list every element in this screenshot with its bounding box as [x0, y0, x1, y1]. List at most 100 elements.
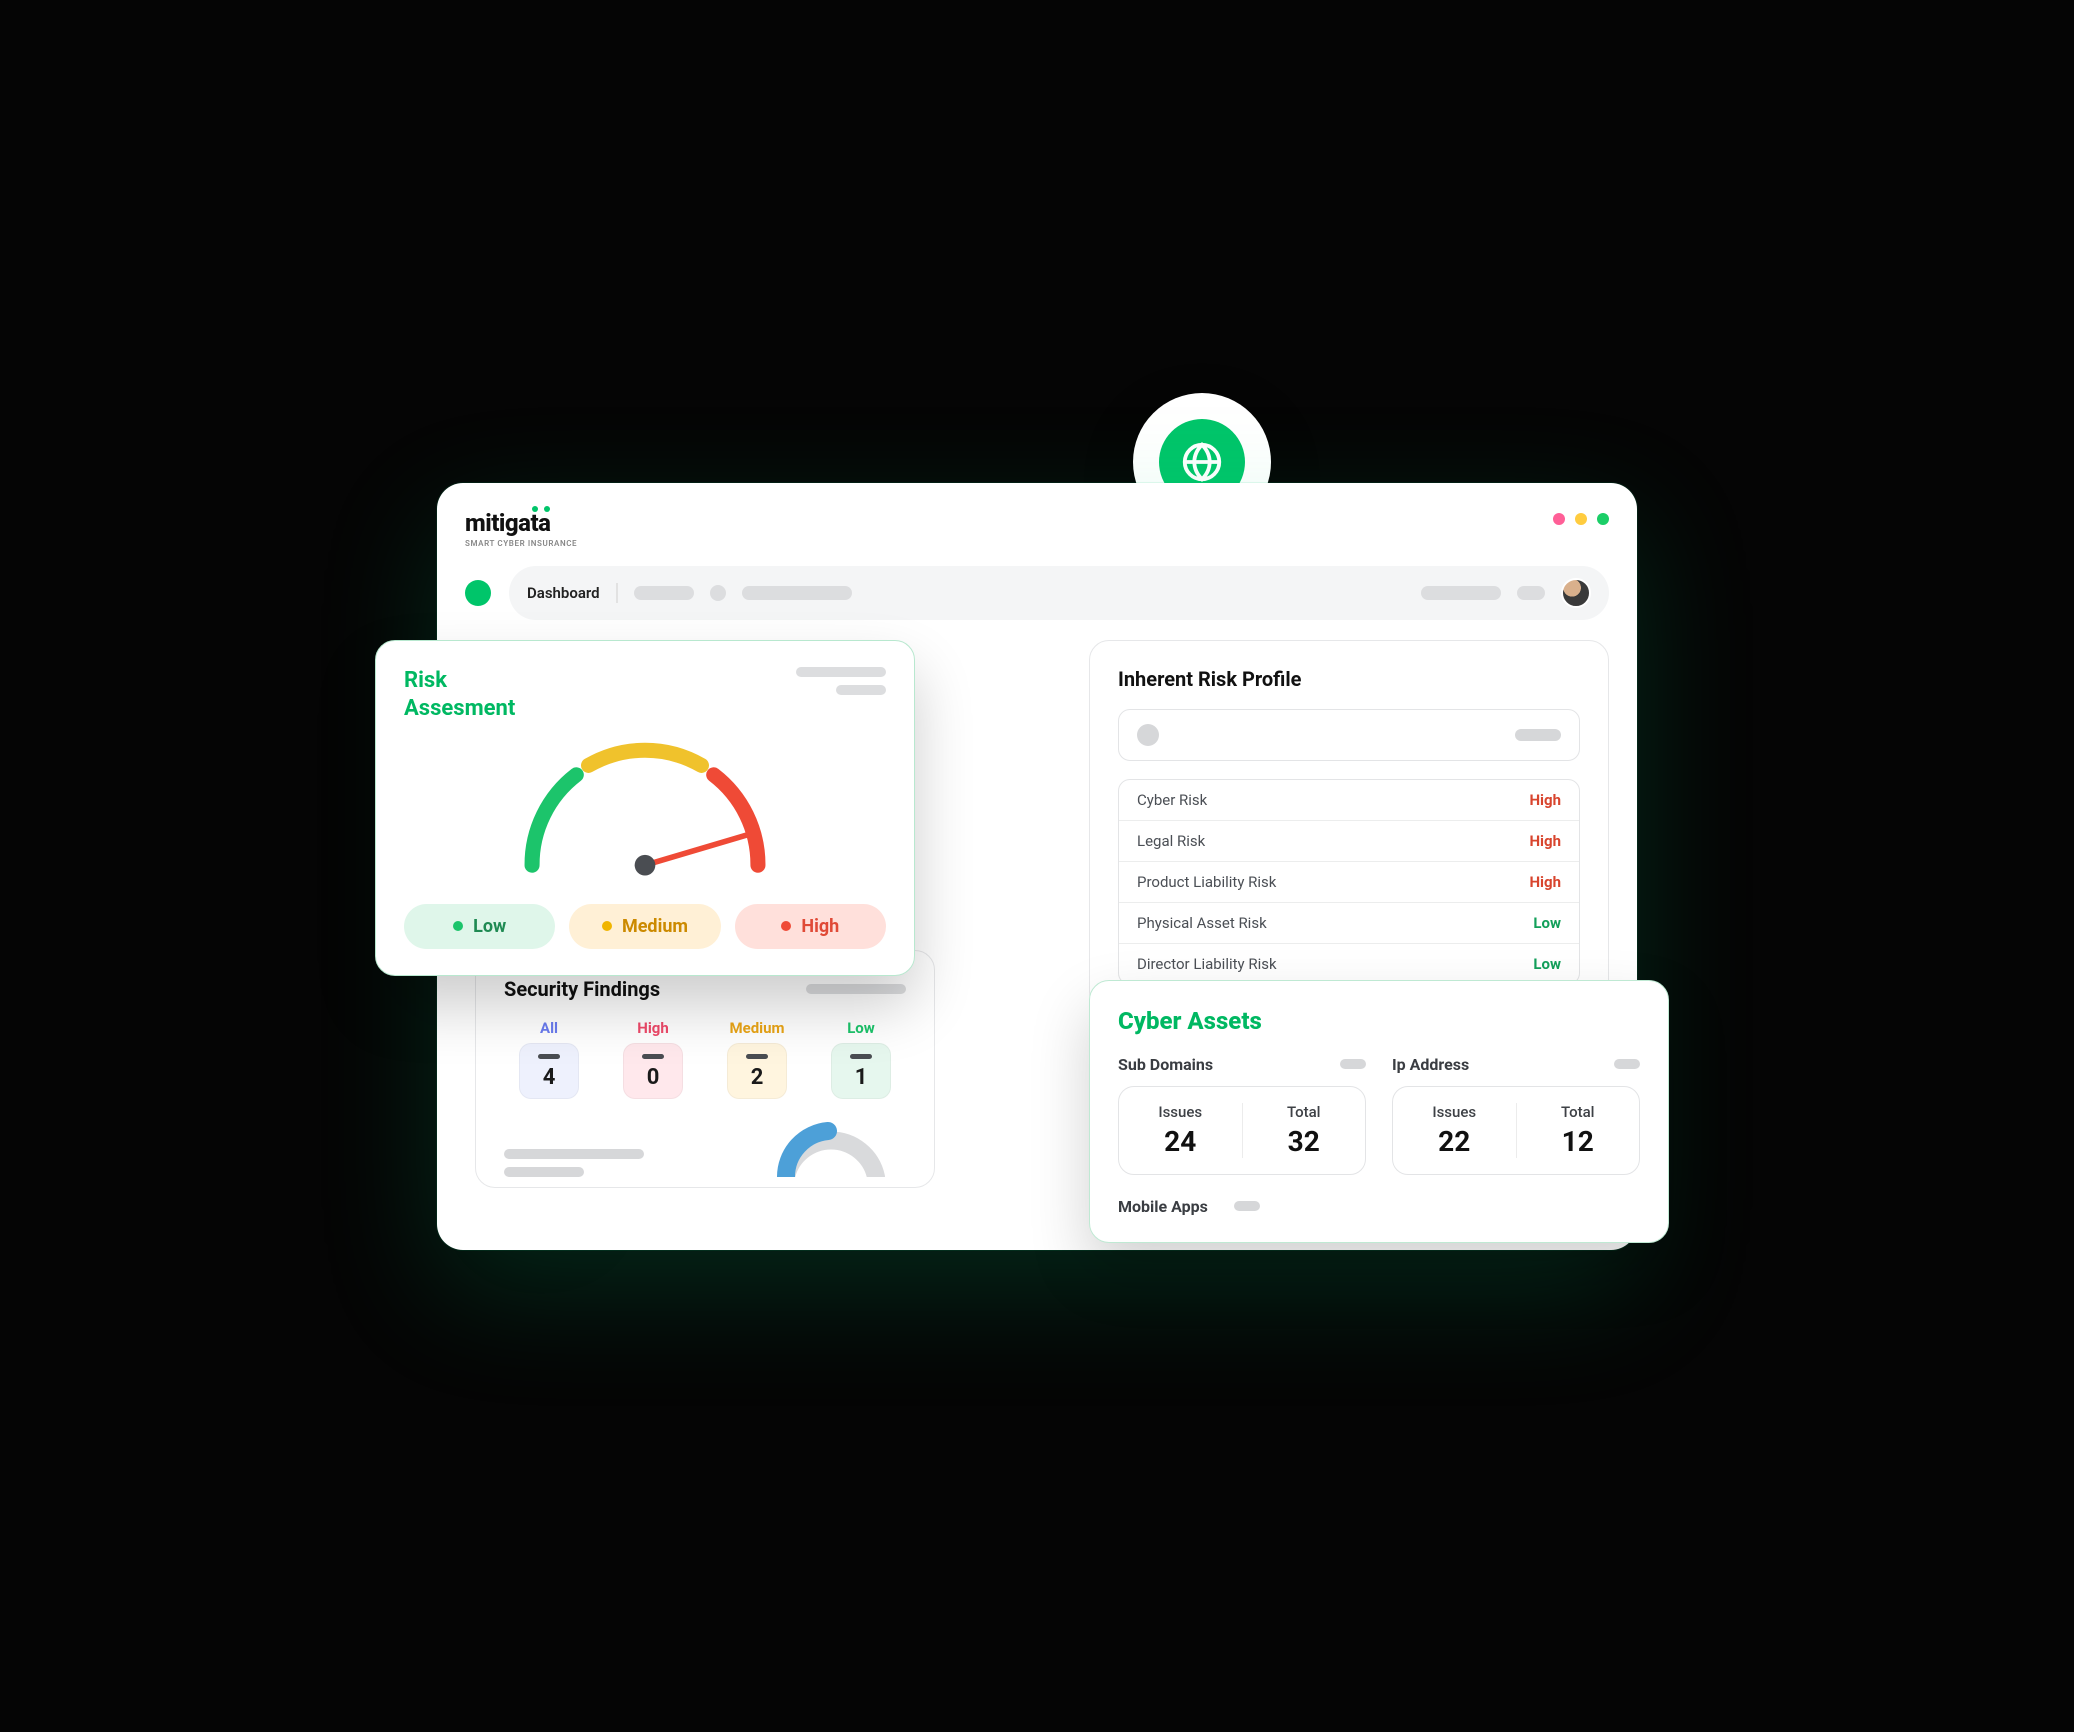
stat-value: 24 — [1119, 1125, 1242, 1158]
risk-filter-placeholder[interactable] — [1118, 709, 1580, 761]
toolbar-placeholder — [634, 586, 694, 600]
bar-icon — [746, 1054, 768, 1059]
placeholder-bar — [1234, 1201, 1260, 1211]
toolbar-placeholder — [1421, 586, 1501, 600]
traffic-red-dot[interactable] — [1553, 513, 1565, 525]
risk-legend: Low Medium High — [404, 904, 886, 949]
sidebar-toggle-dot[interactable] — [465, 580, 491, 606]
risk-assessment-card: Risk Assesment — [375, 640, 915, 976]
placeholder-bar — [1515, 729, 1561, 741]
sub-domains-title: Sub Domains — [1118, 1055, 1213, 1074]
risk-row-level: High — [1529, 832, 1561, 850]
ip-address-stats[interactable]: Issues 22 Total 12 — [1392, 1086, 1640, 1175]
findings-count-box: 1 — [831, 1043, 891, 1099]
findings-count-box: 2 — [727, 1043, 787, 1099]
stat-label: Issues — [1119, 1103, 1242, 1121]
risk-assessment-title: Risk Assesment — [404, 667, 515, 724]
risk-row-level: Low — [1533, 955, 1561, 973]
risk-row-level: Low — [1533, 914, 1561, 932]
stat-value: 12 — [1517, 1125, 1640, 1158]
legend-low-label: Low — [473, 916, 506, 937]
inherent-risk-card: Inherent Risk Profile Cyber Risk High Le… — [1089, 640, 1609, 1012]
risk-row[interactable]: Legal Risk High — [1119, 820, 1579, 861]
brand-tagline: SMART CYBER INSURANCE — [465, 539, 577, 548]
security-findings-title: Security Findings — [504, 977, 660, 1001]
risk-row-label: Director Liability Risk — [1137, 955, 1277, 973]
risk-row[interactable]: Physical Asset Risk Low — [1119, 902, 1579, 943]
avatar[interactable] — [1561, 578, 1591, 608]
risk-gauge — [404, 724, 886, 884]
findings-tab-low[interactable]: Low 1 — [816, 1019, 906, 1099]
dot-icon — [453, 921, 463, 931]
risk-row-label: Physical Asset Risk — [1137, 914, 1267, 932]
donut-chart-partial — [766, 1121, 896, 1177]
findings-tab-label: All — [540, 1019, 558, 1037]
sub-domains-block: Sub Domains Issues 24 Total 32 — [1118, 1055, 1366, 1175]
brand-block: mitigata SMART CYBER INSURANCE — [465, 509, 577, 548]
card-menu-placeholder — [796, 667, 886, 695]
findings-footer-placeholder — [504, 1149, 644, 1177]
findings-tab-medium[interactable]: Medium 2 — [712, 1019, 802, 1099]
top-toolbar: Dashboard — [509, 566, 1609, 620]
traffic-green-dot[interactable] — [1597, 513, 1609, 525]
dot-icon — [781, 921, 791, 931]
findings-count: 0 — [647, 1065, 660, 1090]
findings-tab-label: Medium — [729, 1019, 784, 1037]
legend-medium-label: Medium — [622, 916, 688, 937]
stat-value: 32 — [1243, 1125, 1366, 1158]
stat-label: Issues — [1393, 1103, 1516, 1121]
inherent-risk-title: Inherent Risk Profile — [1118, 667, 1580, 691]
findings-tabs: All 4 High 0 Medium — [504, 1019, 906, 1099]
bar-icon — [538, 1054, 560, 1059]
toolbar-separator — [616, 583, 618, 603]
risk-row-label: Legal Risk — [1137, 832, 1205, 850]
risk-row[interactable]: Cyber Risk High — [1119, 780, 1579, 820]
dot-icon — [602, 921, 612, 931]
card-menu-placeholder — [806, 984, 906, 994]
legend-low[interactable]: Low — [404, 904, 555, 949]
toolbar-placeholder — [1517, 586, 1545, 600]
stat-label: Total — [1243, 1103, 1366, 1121]
toolbar-placeholder — [742, 586, 852, 600]
risk-row-level: High — [1529, 791, 1561, 809]
dashboard-window: mitigata SMART CYBER INSURANCE Dashboard — [437, 483, 1637, 1250]
legend-high-label: High — [801, 916, 839, 937]
brand-name: mitigata — [465, 509, 550, 537]
mobile-apps-title: Mobile Apps — [1118, 1197, 1208, 1216]
cyber-assets-title: Cyber Assets — [1118, 1007, 1640, 1035]
risk-row-level: High — [1529, 873, 1561, 891]
bar-icon — [642, 1054, 664, 1059]
breadcrumb[interactable]: Dashboard — [527, 584, 600, 602]
risk-row[interactable]: Product Liability Risk High — [1119, 861, 1579, 902]
findings-tab-label: Low — [847, 1019, 875, 1037]
legend-medium[interactable]: Medium — [569, 904, 720, 949]
risk-row-label: Cyber Risk — [1137, 791, 1207, 809]
placeholder-bar — [1614, 1059, 1640, 1069]
circle-icon — [1137, 724, 1159, 746]
stat-label: Total — [1517, 1103, 1640, 1121]
risk-list: Cyber Risk High Legal Risk High Product … — [1118, 779, 1580, 985]
ip-address-block: Ip Address Issues 22 Total 12 — [1392, 1055, 1640, 1175]
stat-value: 22 — [1393, 1125, 1516, 1158]
ip-address-title: Ip Address — [1392, 1055, 1469, 1074]
traffic-yellow-dot[interactable] — [1575, 513, 1587, 525]
findings-tab-label: High — [637, 1019, 669, 1037]
brand-logo: mitigata — [465, 509, 577, 537]
findings-tab-all[interactable]: All 4 — [504, 1019, 594, 1099]
findings-count: 4 — [543, 1065, 556, 1090]
bar-icon — [850, 1054, 872, 1059]
findings-tab-high[interactable]: High 0 — [608, 1019, 698, 1099]
placeholder-bar — [1340, 1059, 1366, 1069]
toolbar-placeholder — [710, 585, 726, 601]
cyber-assets-card: Cyber Assets Sub Domains Issues 24 — [1089, 980, 1669, 1243]
findings-count: 2 — [751, 1065, 764, 1090]
window-traffic-lights — [1553, 509, 1609, 525]
risk-row-label: Product Liability Risk — [1137, 873, 1276, 891]
sub-domains-stats[interactable]: Issues 24 Total 32 — [1118, 1086, 1366, 1175]
risk-row[interactable]: Director Liability Risk Low — [1119, 943, 1579, 984]
findings-count-box: 0 — [623, 1043, 683, 1099]
findings-count-box: 4 — [519, 1043, 579, 1099]
security-findings-card: Security Findings All 4 High — [475, 950, 935, 1188]
legend-high[interactable]: High — [735, 904, 886, 949]
findings-count: 1 — [855, 1065, 868, 1090]
